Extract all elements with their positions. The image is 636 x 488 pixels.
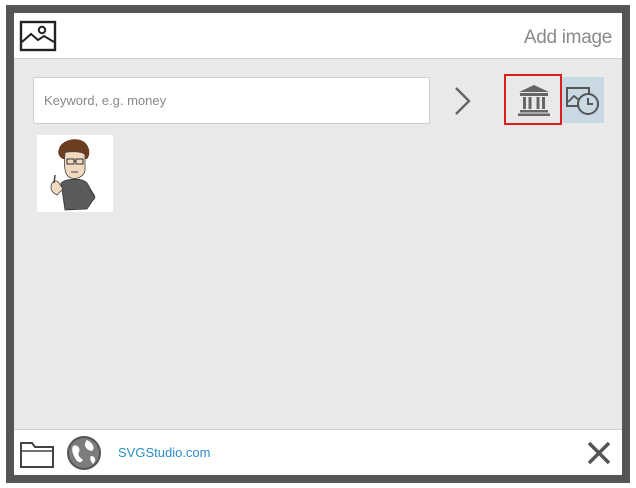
web-search-button[interactable] — [65, 434, 103, 472]
folder-icon — [19, 442, 55, 473]
add-image-dialog: Add image Keyword, e.g. money SVGStudio.… — [14, 13, 622, 475]
result-thumbnail[interactable] — [37, 135, 113, 212]
cartoon-person-icon — [37, 139, 113, 216]
library-button[interactable] — [504, 74, 562, 125]
image-icon — [19, 20, 57, 52]
chevron-right-icon — [447, 87, 477, 123]
open-folder-button[interactable] — [19, 437, 55, 469]
search-input[interactable] — [33, 77, 430, 124]
dialog-title: Add image — [523, 27, 612, 48]
search-go-button[interactable] — [447, 83, 477, 119]
dialog-header: Add image — [14, 13, 622, 59]
svgstudio-link[interactable]: SVGStudio.com — [118, 445, 211, 460]
dialog-footer: SVGStudio.com — [14, 429, 622, 475]
recent-images-button[interactable] — [562, 77, 604, 123]
globe-icon — [65, 436, 103, 475]
close-icon — [586, 441, 612, 470]
close-button[interactable] — [586, 440, 612, 466]
